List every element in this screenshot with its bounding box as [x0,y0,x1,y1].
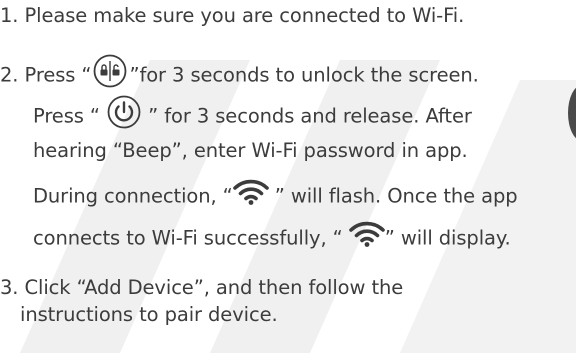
step-1-text: Please make sure you are connected to Wi… [24,4,465,27]
step-2-line-2-after: ” for 3 seconds and release. After [142,104,472,128]
step-2-line-3-text: hearing “Beep”, enter Wi-Fi password in … [33,139,468,162]
step-2-line-5-after: ” will display. [384,226,511,250]
step-2-number: 2. [0,63,25,87]
step-2-line-2: Press “ ” for 3 seconds and release. Aft… [33,95,472,137]
step-3-text: Click “Add Device”, and then follow the [24,276,404,299]
step-2-text-before: Press “ [24,63,92,87]
instruction-page: 1. Please make sure you are connected to… [0,0,576,353]
step-1-line: 1. Please make sure you are connected to… [0,4,464,28]
step-2-line-4: During connection, “ ” will flash. Once … [33,179,518,213]
power-icon [106,95,142,135]
wifi-icon [348,221,385,253]
step-3-number: 3. [0,276,25,299]
step-2-line-4-after: ” will flash. Once the app [268,184,518,208]
step-2-line-2-before: Press “ [33,104,107,128]
wifi-icon [232,179,269,211]
step-2-line-5-before: connects to Wi-Fi successfully, “ [33,226,349,250]
step-2-line-3: hearing “Beep”, enter Wi-Fi password in … [33,139,468,163]
step-3-line-1: 3. Click “Add Device”, and then follow t… [0,276,403,300]
step-1-number: 1. [0,4,25,27]
step-3-line-2: instructions to pair device. [20,303,278,326]
step-2-text-after: ”for 3 seconds to unlock the screen. [129,63,479,87]
lock-unlock-icon [91,54,129,94]
step-2-line-1: 2. Press “ ”for 3 seconds to unlock the s… [0,54,479,96]
step-2-line-4-before: During connection, “ [33,184,233,208]
step-2-line-5: connects to Wi-Fi successfully, “ ” will… [33,221,511,255]
watermark-graphic [20,60,576,353]
